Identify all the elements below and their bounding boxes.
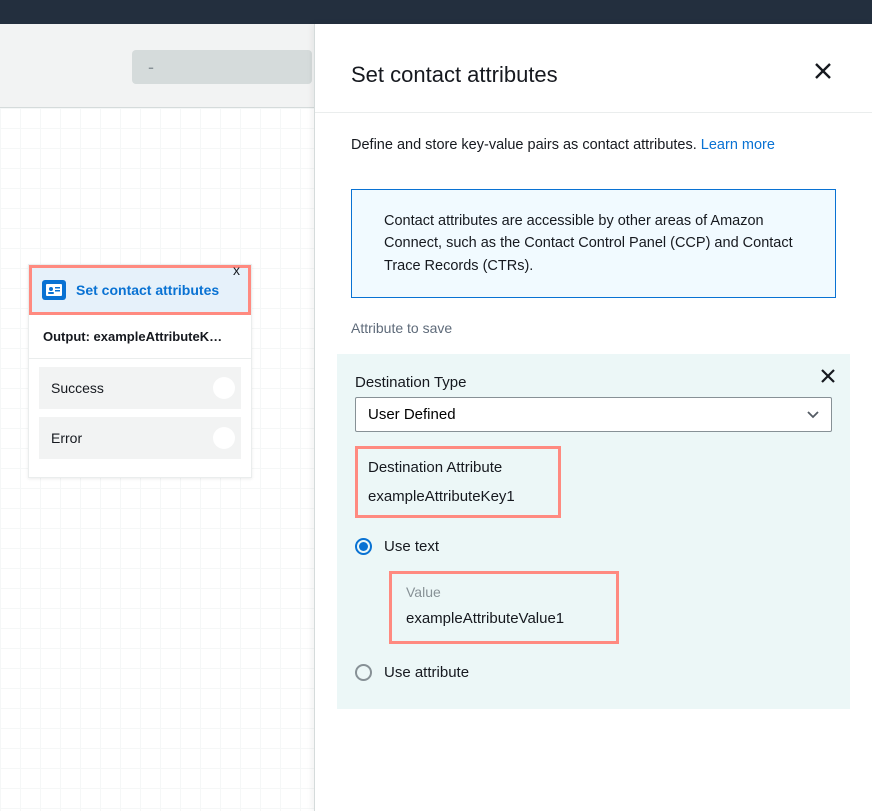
use-attribute-radio[interactable] (355, 664, 372, 681)
branch-error[interactable]: Error (39, 417, 241, 459)
use-text-radio-row[interactable]: Use text (355, 538, 832, 555)
destination-attribute-input[interactable]: exampleAttributeKey1 (368, 488, 548, 505)
flow-block-header[interactable]: Set contact attributes x (29, 265, 251, 315)
branch-connector[interactable] (213, 377, 235, 399)
flow-block-title: Set contact attributes (76, 282, 219, 299)
info-callout: Contact attributes are accessible by oth… (351, 189, 836, 298)
attribute-to-save-label: Attribute to save (315, 298, 872, 346)
attribute-editor: Destination Type User Defined Destinatio… (337, 354, 850, 709)
toolbar-dropdown-label: - (148, 57, 154, 78)
value-field-group: Value exampleAttributeValue1 (389, 571, 619, 644)
destination-type-value: User Defined (368, 406, 456, 423)
destination-type-label: Destination Type (355, 374, 832, 391)
flow-block-output: Output: exampleAttributeK… (29, 315, 251, 359)
branch-label: Error (51, 430, 82, 446)
contact-card-icon (42, 280, 66, 300)
use-text-label: Use text (384, 538, 439, 555)
close-icon[interactable] (810, 62, 836, 84)
use-text-radio[interactable] (355, 538, 372, 555)
flow-block-branches: Success Error (29, 359, 251, 477)
value-label: Value (406, 584, 602, 600)
remove-attribute-icon[interactable] (820, 368, 836, 389)
chevron-down-icon (807, 408, 819, 422)
toolbar-dropdown[interactable]: - (132, 50, 312, 84)
app-top-bar (0, 0, 872, 24)
panel-description: Define and store key-value pairs as cont… (315, 113, 872, 157)
destination-attribute-group: Destination Attribute exampleAttributeKe… (355, 446, 561, 518)
panel-title: Set contact attributes (351, 62, 558, 88)
destination-attribute-label: Destination Attribute (368, 459, 548, 476)
learn-more-link[interactable]: Learn more (701, 137, 775, 153)
use-attribute-label: Use attribute (384, 664, 469, 681)
destination-type-select[interactable]: User Defined (355, 397, 832, 432)
flow-block-close-button[interactable]: x (233, 262, 240, 278)
flow-block-set-contact-attributes[interactable]: Set contact attributes x Output: example… (28, 264, 252, 478)
branch-success[interactable]: Success (39, 367, 241, 409)
use-attribute-radio-row[interactable]: Use attribute (355, 664, 832, 681)
side-panel: Set contact attributes Define and store … (314, 24, 872, 811)
value-input[interactable]: exampleAttributeValue1 (406, 610, 602, 627)
branch-connector[interactable] (213, 427, 235, 449)
branch-label: Success (51, 380, 104, 396)
